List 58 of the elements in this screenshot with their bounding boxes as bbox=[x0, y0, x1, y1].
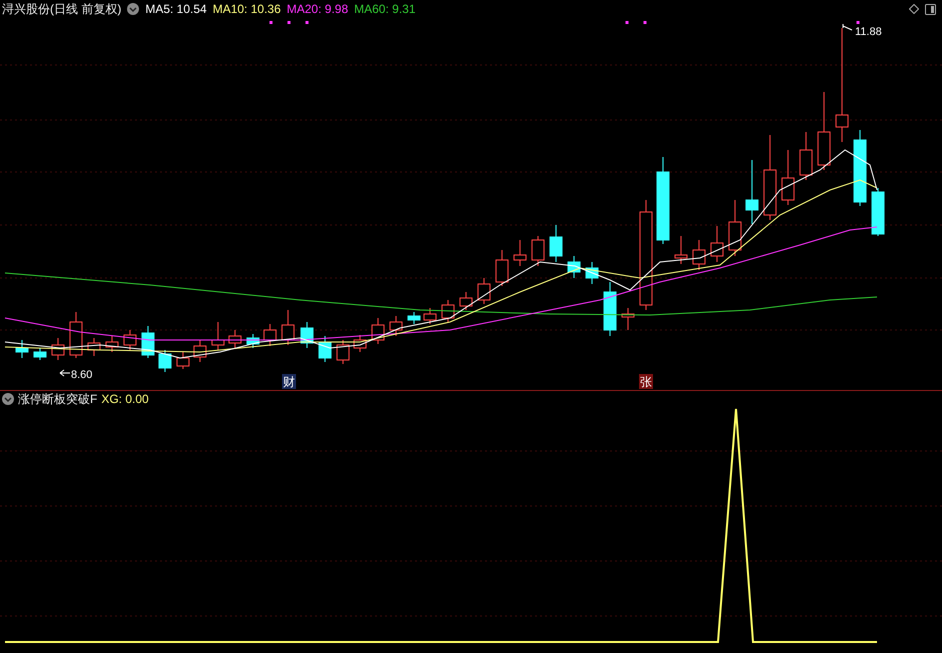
high-price-label: 11.88 bbox=[842, 24, 882, 38]
candlestick bbox=[710, 226, 724, 262]
candlestick bbox=[478, 278, 490, 304]
indicator-reading: MA5: 10.54 bbox=[145, 1, 207, 18]
dropdown-icon[interactable] bbox=[2, 393, 14, 405]
candlestick bbox=[586, 262, 598, 284]
candlestick bbox=[264, 324, 276, 346]
indicator-title: 涨停断板突破F bbox=[18, 391, 98, 408]
candlestick bbox=[442, 300, 454, 322]
candlestick bbox=[872, 188, 884, 236]
candlestick bbox=[124, 330, 136, 350]
candlestick bbox=[622, 308, 634, 330]
candlestick bbox=[158, 350, 172, 372]
candlestick bbox=[16, 340, 28, 358]
candlestick bbox=[604, 282, 616, 336]
indicator-reading: XG: 0.00 bbox=[101, 391, 149, 408]
candlestick bbox=[568, 256, 580, 278]
chart-title: 浔兴股份(日线 前复权) bbox=[2, 1, 122, 18]
candlestick bbox=[246, 334, 260, 348]
candlestick bbox=[728, 200, 742, 256]
candlestick bbox=[52, 338, 64, 360]
indicator-reading: MA10: 10.36 bbox=[212, 1, 281, 18]
candlestick bbox=[550, 224, 562, 262]
candlestick bbox=[194, 340, 206, 362]
candlestick bbox=[496, 250, 508, 286]
candlestick bbox=[424, 308, 436, 324]
candlestick bbox=[34, 348, 46, 360]
candlestick bbox=[88, 338, 100, 356]
candlestick bbox=[176, 352, 190, 370]
diamond-icon[interactable] bbox=[909, 4, 919, 14]
candlestick bbox=[282, 310, 294, 346]
candlestick bbox=[300, 322, 314, 348]
candlestick bbox=[692, 240, 706, 270]
candlestick bbox=[514, 240, 526, 266]
event-marker: 张 bbox=[639, 374, 653, 389]
candlestick bbox=[674, 236, 688, 264]
event-marker: 财 bbox=[282, 374, 296, 389]
candlestick bbox=[354, 334, 366, 352]
candlestick bbox=[318, 336, 332, 362]
candlestick bbox=[212, 322, 224, 350]
indicator-reading: MA20: 9.98 bbox=[286, 1, 348, 18]
panel-toggle-icon[interactable] bbox=[925, 4, 936, 14]
candlestick bbox=[782, 150, 794, 206]
low-price-label: 8.60 bbox=[60, 369, 92, 381]
candlestick bbox=[746, 160, 758, 224]
candlestick bbox=[408, 312, 420, 324]
candlestick bbox=[390, 316, 402, 336]
dropdown-icon[interactable] bbox=[127, 3, 140, 15]
candlestick bbox=[142, 326, 154, 358]
candlestick bbox=[70, 312, 82, 358]
indicator-reading: MA60: 9.31 bbox=[354, 1, 416, 18]
candlestick bbox=[228, 330, 242, 348]
candlestick bbox=[336, 340, 350, 364]
candlestick bbox=[106, 336, 118, 352]
candlestick bbox=[372, 318, 384, 344]
candlestick bbox=[532, 236, 544, 266]
candlestick bbox=[800, 132, 812, 180]
candlestick bbox=[460, 292, 472, 310]
